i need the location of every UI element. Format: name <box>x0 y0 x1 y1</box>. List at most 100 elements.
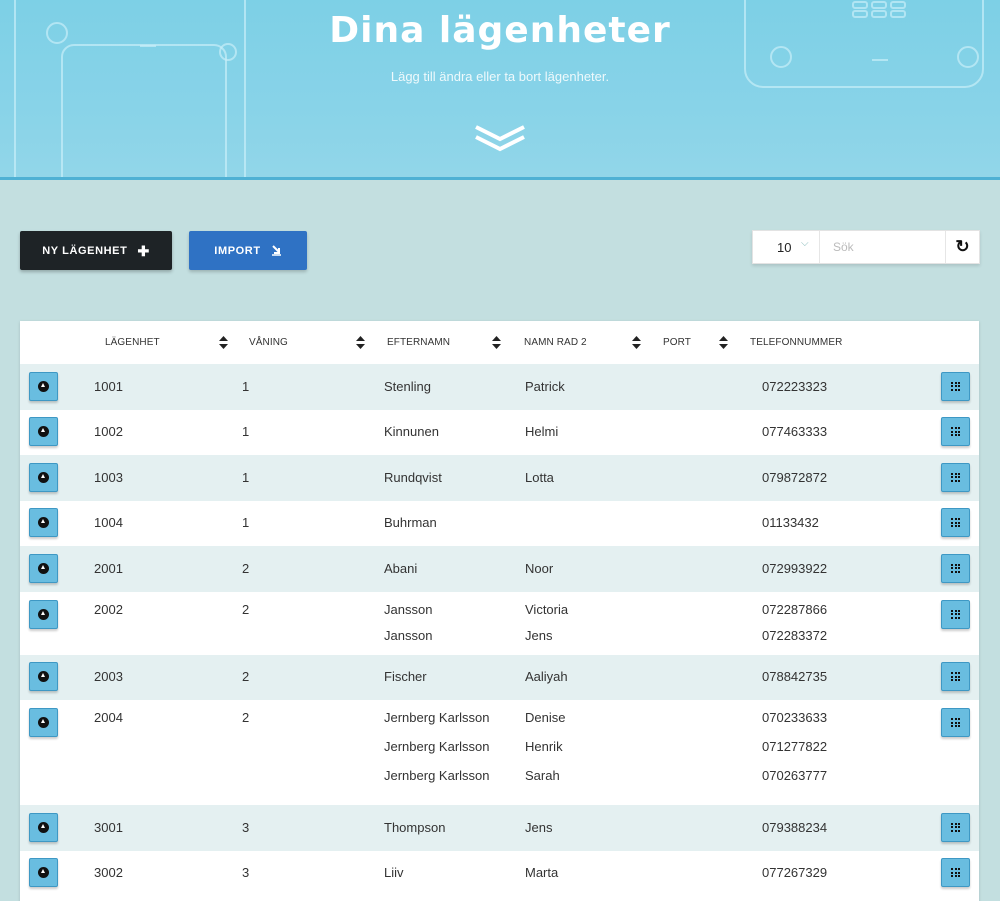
lastname-cell: Jernberg Karlsson <box>384 710 490 725</box>
apartment-cell: 2003 <box>94 669 123 685</box>
phone-cell: 078842735 <box>762 669 828 685</box>
lastname-cell: Stenling <box>384 378 431 394</box>
phone-cell: 079388234 <box>762 819 828 835</box>
expand-row-button[interactable] <box>29 708 58 737</box>
lastname-cell: Liiv <box>384 865 404 881</box>
col-floor-header[interactable]: VÅNING <box>249 337 288 348</box>
table-header: LÄGENHET VÅNING EFTERNAMN NAMN RAD 2 PORT TEL… <box>20 321 979 364</box>
page-size-select[interactable]: 10 ⌵ <box>753 231 820 263</box>
name-row2-cell: Helmi <box>525 424 559 440</box>
name-row2-cell: Aaliyah <box>525 669 568 685</box>
expand-icon <box>38 562 49 574</box>
apartment-cell: 1003 <box>94 469 123 485</box>
phone-cell: 072283372 <box>762 627 828 643</box>
new-apartment-label: NY LÄGENHET <box>42 244 128 257</box>
sort-icon[interactable] <box>632 336 641 349</box>
search-input[interactable] <box>821 231 945 263</box>
chevron-down-icon[interactable] <box>473 124 527 154</box>
lastname-cell: Fischer <box>384 669 427 685</box>
expand-icon <box>38 517 49 529</box>
floor-cell: 1 <box>242 515 250 531</box>
expand-icon <box>38 867 49 879</box>
lastname-cell: Kinnunen <box>384 424 439 440</box>
refresh-icon: ↻ <box>955 237 970 256</box>
phone-cell: 01133432 <box>762 515 819 531</box>
row-actions-button[interactable] <box>941 812 970 842</box>
lastname-cell: Jernberg Karlsson <box>384 739 490 754</box>
floor-cell: 1 <box>242 469 250 485</box>
apartment-cell: 2001 <box>94 560 123 576</box>
name-row2-cell: Noor <box>525 560 554 576</box>
grid-icon <box>951 672 960 682</box>
name-row2-cell: Jens <box>525 627 553 643</box>
import-label: IMPORT <box>214 244 261 257</box>
expand-row-button[interactable] <box>29 508 58 538</box>
phone-cell: 072223323 <box>762 378 828 394</box>
expand-row-button[interactable] <box>29 417 58 447</box>
sort-icon[interactable] <box>219 336 228 349</box>
table-controls: 10 ⌵ ↻ <box>752 230 980 264</box>
table-row: 2001 2 Abani Noor 072993922 <box>20 546 979 592</box>
table-row: 1003 1 Rundqvist Lotta 079872872 <box>20 455 979 501</box>
apartment-cell: 2004 <box>94 710 123 725</box>
row-actions-button[interactable] <box>941 858 970 888</box>
apartment-cell: 3001 <box>94 819 123 835</box>
expand-row-button[interactable] <box>29 371 58 401</box>
sort-icon[interactable] <box>719 336 728 349</box>
expand-icon <box>38 426 49 438</box>
refresh-button[interactable]: ↻ <box>945 231 979 263</box>
row-actions-button[interactable] <box>941 462 970 492</box>
expand-row-button[interactable] <box>29 858 58 888</box>
row-actions-button[interactable] <box>941 662 970 692</box>
row-actions-button[interactable] <box>941 371 970 401</box>
lastname-cell: Rundqvist <box>384 469 442 485</box>
table-row: 3001 3 Thompson Jens 079388234 <box>20 805 979 851</box>
phone-cell: 070263777 <box>762 768 828 783</box>
expand-row-button[interactable] <box>29 599 58 629</box>
grid-icon <box>951 472 960 482</box>
grid-icon <box>951 609 960 619</box>
col-name-row2-header[interactable]: NAMN RAD 2 <box>524 337 587 348</box>
row-actions-button[interactable] <box>941 553 970 583</box>
floor-cell: 3 <box>242 819 250 835</box>
name-row2-cell: Denise <box>525 710 566 725</box>
expand-row-button[interactable] <box>29 662 58 692</box>
row-actions-button[interactable] <box>941 508 970 538</box>
grid-icon <box>951 563 960 573</box>
expand-row-button[interactable] <box>29 553 58 583</box>
table-row: 2003 2 Fischer Aaliyah 078842735 <box>20 654 979 700</box>
lastname-cell: Abani <box>384 560 418 576</box>
col-lastname-header[interactable]: EFTERNAMN <box>387 337 450 348</box>
col-phone-header[interactable]: TELEFONNUMMER <box>750 337 842 348</box>
grid-icon <box>951 381 960 391</box>
expand-row-button[interactable] <box>29 812 58 842</box>
sort-icon[interactable] <box>492 336 501 349</box>
floor-cell: 2 <box>242 710 250 725</box>
floor-cell: 3 <box>242 865 250 881</box>
import-button[interactable]: IMPORT <box>189 231 307 270</box>
row-actions-button[interactable] <box>941 417 970 447</box>
new-apartment-button[interactable]: NY LÄGENHET ✚ <box>20 231 172 270</box>
table-row: 2004 2 Jernberg Karlsson Denise 070233633 Jer… <box>20 700 979 805</box>
lastname-cell: Buhrman <box>384 515 437 531</box>
lastname-cell: Thompson <box>384 819 446 835</box>
phone-cell: 072993922 <box>762 560 828 576</box>
table-body: 1001 1 Stenling Patrick 072223323 1002 1 Kinnun… <box>20 364 979 896</box>
phone-cell: 071277822 <box>762 739 828 754</box>
col-apartment-header[interactable]: LÄGENHET <box>105 337 160 348</box>
phone-cell: 077267329 <box>762 865 828 881</box>
sort-icon[interactable] <box>356 336 365 349</box>
name-row2-cell: Henrik <box>525 739 563 754</box>
grid-icon <box>951 822 960 832</box>
table-row: 2002 2 Jansson Victoria 072287866 Jansson Jens… <box>20 591 979 655</box>
floor-cell: 2 <box>242 601 250 617</box>
row-actions-button[interactable] <box>941 599 970 629</box>
col-port-header[interactable]: PORT <box>663 337 691 348</box>
row-actions-button[interactable] <box>941 708 970 737</box>
expand-row-button[interactable] <box>29 462 58 492</box>
apartment-cell: 1004 <box>94 515 123 531</box>
lastname-cell: Jansson <box>384 627 433 643</box>
expand-icon <box>38 471 49 483</box>
name-row2-cell: Sarah <box>525 768 560 783</box>
expand-icon <box>38 608 49 620</box>
